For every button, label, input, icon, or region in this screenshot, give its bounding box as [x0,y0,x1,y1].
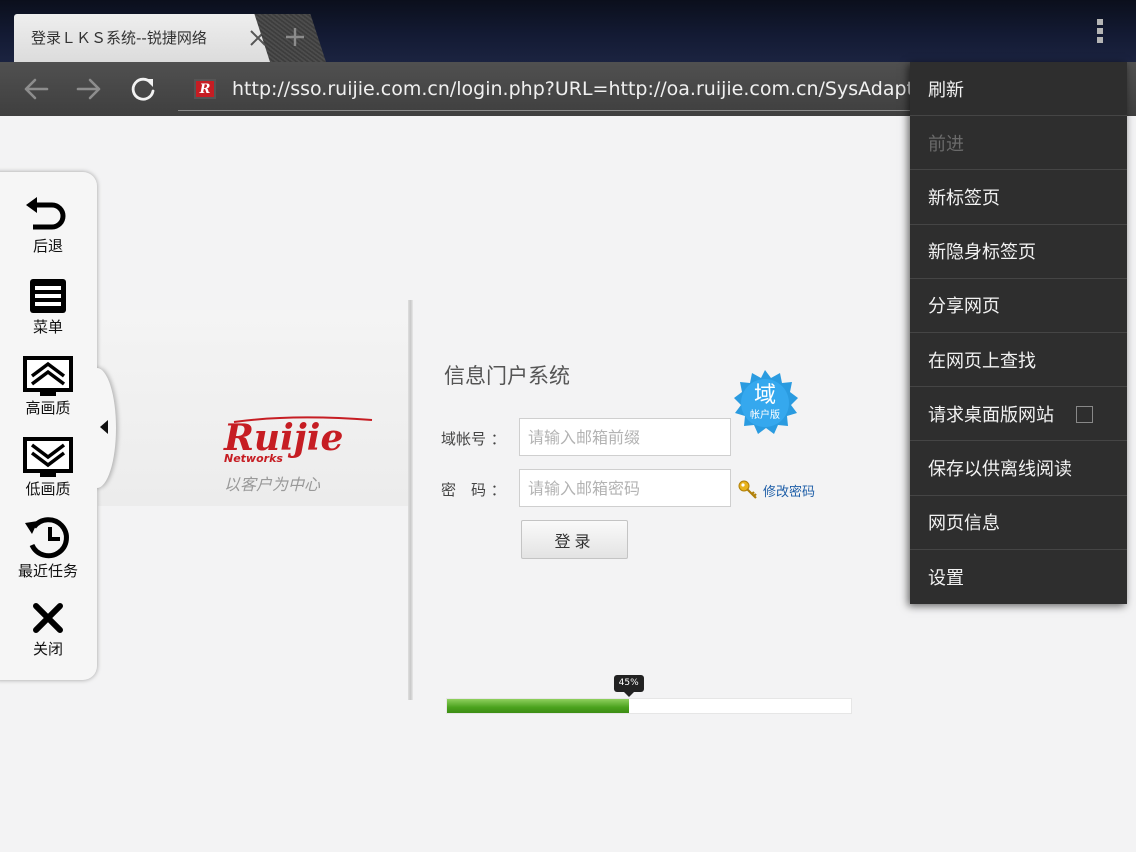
menu-item-forward: 前进 [910,116,1127,171]
sidebar-item-label: 菜单 [32,318,63,336]
loading-progress-bar [446,698,852,714]
recent-tasks-icon [25,517,69,559]
progress-tooltip: 45% [613,675,644,697]
seal-main-text: 域 [754,383,776,408]
menu-item-find-in-page[interactable]: 在网页上查找 [910,333,1127,388]
sidebar-item-recent-tasks[interactable]: 最近任务 [0,515,96,595]
sidebar-item-label: 最近任务 [17,562,78,580]
brand-slogan: 以客户为中心 [224,475,321,494]
menu-item-refresh[interactable]: 刷新 [910,62,1127,117]
domain-account-seal: 域 帐户版 [734,370,798,434]
account-label: 域帐号 ： [441,430,506,448]
seal-sub-text: 帐户版 [750,408,780,421]
sidebar-item-high-quality[interactable]: 高画质 [0,354,96,434]
portal-title: 信息门户系统 [444,364,570,388]
tab-title: 登录ＬＫＳ系统--锐捷网络 [31,29,207,47]
logo-subtext: Networks [224,452,283,465]
sidebar-item-menu[interactable]: 菜单 [0,277,96,357]
site-favicon: R [194,79,216,99]
back-arrow-icon[interactable] [21,74,51,104]
menu-item-label: 请求桌面版网站 [928,404,1054,426]
sidebar-item-label: 低画质 [25,480,71,498]
sidebar-item-back[interactable]: 后退 [0,196,96,276]
account-input[interactable] [519,418,731,456]
page-divider [408,300,413,700]
high-quality-icon [23,356,73,396]
overflow-menu: 刷新 前进 新标签页 新隐身标签页 分享网页 在网页上查找 请求桌面版网站 保存… [910,62,1127,604]
plus-icon[interactable] [282,24,308,50]
menu-item-page-info[interactable]: 网页信息 [910,496,1127,550]
url-text[interactable]: http://sso.ruijie.com.cn/login.php?URL=h… [232,78,912,100]
progress-fill [447,699,629,713]
forward-arrow-icon[interactable] [74,74,104,104]
menu-item-share-page[interactable]: 分享网页 [910,279,1127,333]
sidebar-item-low-quality[interactable]: 低画质 [0,435,96,515]
ruijie-logo: Ruijie Networks [223,416,373,465]
desktop-site-checkbox[interactable] [1076,406,1093,424]
change-password-link[interactable]: 修改密码 [763,481,815,500]
sidebar-item-close[interactable]: 关闭 [0,600,96,680]
password-input[interactable] [519,469,731,507]
collapse-arrow-icon[interactable] [100,420,108,434]
password-label: 密 码 ： [441,481,506,499]
menu-item-new-tab[interactable]: 新标签页 [910,170,1127,225]
reload-icon[interactable] [128,74,158,104]
menu-item-settings[interactable]: 设置 [910,550,1127,604]
low-quality-icon [23,437,73,477]
sidebar-item-label: 后退 [32,237,63,255]
menu-item-new-incognito-tab[interactable]: 新隐身标签页 [910,225,1127,279]
menu-item-save-offline[interactable]: 保存以供离线阅读 [910,441,1127,496]
sidebar-item-label: 关闭 [32,640,63,658]
browser-tab[interactable]: 登录ＬＫＳ系统--锐捷网络 [14,14,284,62]
key-icon [738,480,757,499]
overflow-menu-icon[interactable] [1090,16,1110,46]
menu-item-request-desktop-site[interactable]: 请求桌面版网站 [910,387,1127,442]
sidebar-item-label: 高画质 [25,399,71,417]
login-button[interactable]: 登录 [521,520,628,559]
